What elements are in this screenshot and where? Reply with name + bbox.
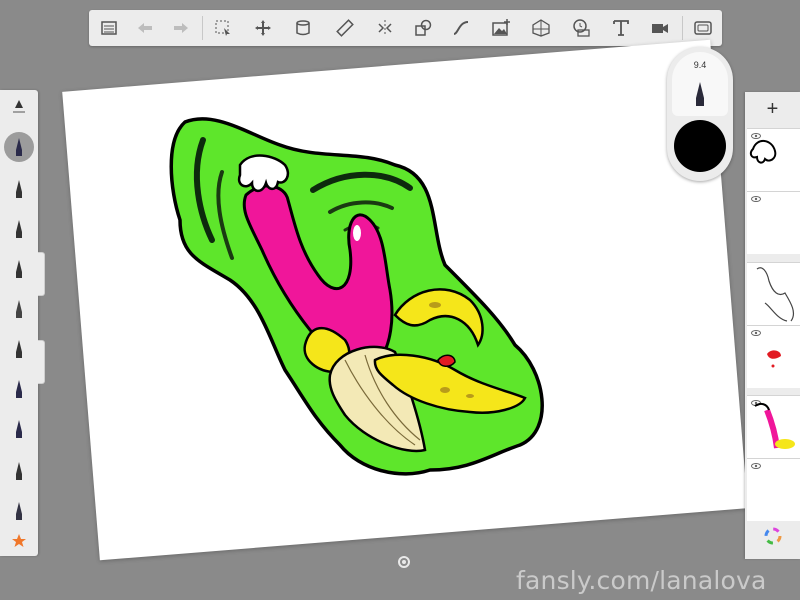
brush-paint[interactable] [6,416,32,442]
current-color-swatch[interactable] [674,120,726,172]
brush-size-label: 9.4 [693,60,707,70]
highlight [353,225,361,241]
brush-pen[interactable] [6,216,32,242]
layer-color-art[interactable] [747,395,800,458]
canvas-reset-icon[interactable] [397,555,411,569]
layers-panel: + [745,92,800,559]
layer-red-accent[interactable] [747,325,800,388]
layer-empty[interactable] [747,191,800,254]
brush-selected[interactable] [4,132,34,162]
color-wheel-icon[interactable] [745,512,800,559]
brush-settings-icon[interactable] [6,96,32,122]
brush-ink[interactable] [6,336,32,362]
brush-tip-icon [696,82,704,106]
brush-airbrush[interactable] [6,376,32,402]
visibility-eye-icon[interactable] [751,463,761,469]
layer-hand-sketch[interactable] [747,128,800,191]
brush-pencil[interactable] [6,176,32,202]
brush-puck[interactable]: 9.4 [667,47,733,181]
layer-line-sketch[interactable] [747,262,800,325]
brush-palette [0,90,38,556]
add-layer-button[interactable]: + [745,92,800,126]
panel-handle-1[interactable] [38,252,45,296]
brush-chalk[interactable] [6,458,32,484]
red-accent [437,354,456,367]
brush-felt[interactable] [6,296,32,322]
favorites-star-icon[interactable] [6,528,32,554]
visibility-eye-icon[interactable] [751,196,761,202]
watermark-text: fansly.com/lanalova [516,566,767,595]
brush-marker[interactable] [6,256,32,282]
brush-size-control[interactable]: 9.4 [672,52,728,116]
panel-handle-2[interactable] [38,340,45,384]
brush-blender[interactable] [6,498,32,524]
